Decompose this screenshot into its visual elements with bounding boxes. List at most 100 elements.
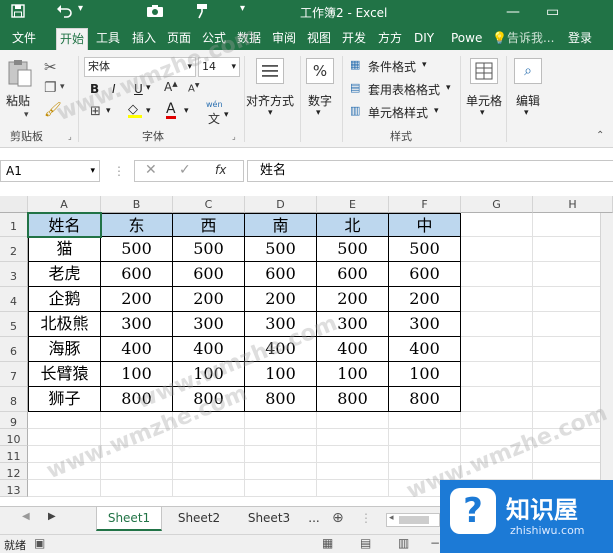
format-painter-icon[interactable]: 🖌 [44,102,62,118]
undo-icon[interactable] [56,3,76,23]
cell-d8[interactable]: 800 [245,387,317,412]
cell-e10[interactable] [317,429,389,446]
scroll-left-icon[interactable]: ◂ [389,513,394,523]
cell-a8[interactable]: 狮子 [28,387,101,412]
cell-c13[interactable] [173,480,245,497]
paste-label[interactable]: 粘贴 [6,92,30,109]
cell-f5[interactable]: 300 [389,312,461,337]
cell-g7[interactable] [461,362,533,387]
cell-d1[interactable]: 南 [245,213,317,237]
normal-view-icon[interactable]: ▦ [322,536,333,550]
cell-d2[interactable]: 500 [245,237,317,262]
cell-b2[interactable]: 500 [101,237,173,262]
tab-diy[interactable]: DIY [414,30,434,50]
cell-c4[interactable]: 200 [173,287,245,312]
column-header-f[interactable]: F [389,196,461,213]
cell-a3[interactable]: 老虎 [28,262,101,287]
cell-c3[interactable]: 600 [173,262,245,287]
underline-dropdown-icon[interactable]: ▾ [146,83,151,93]
cell-c1[interactable]: 西 [173,213,245,237]
column-header-a[interactable]: A [28,196,101,213]
percent-icon[interactable]: % [306,58,334,84]
sheet-tab-sheet1[interactable]: Sheet1 [96,507,162,531]
sheet-tab-sheet2[interactable]: Sheet2 [166,507,232,531]
bold-button[interactable]: B [90,82,99,96]
cell-c10[interactable] [173,429,245,446]
cell-a1[interactable]: 姓名 [28,213,101,237]
increase-font-icon[interactable]: A▲ [164,80,178,94]
tab-file[interactable]: 文件 [12,30,36,50]
column-header-h[interactable]: H [533,196,613,213]
cell-b5[interactable]: 300 [101,312,173,337]
cell-d9[interactable] [245,412,317,429]
cell-f1[interactable]: 中 [389,213,461,237]
column-header-g[interactable]: G [461,196,533,213]
undo-dropdown-icon[interactable]: ▾ [78,3,98,23]
row-header-12[interactable]: 12 [0,463,28,480]
format-as-table-button[interactable]: 套用表格格式 [368,81,440,98]
cell-g5[interactable] [461,312,533,337]
cell-c11[interactable] [173,446,245,463]
cell-e8[interactable]: 800 [317,387,389,412]
tab-home[interactable]: 开始 [56,28,89,50]
cell-e5[interactable]: 300 [317,312,389,337]
magnifier-icon[interactable]: ⌕ [514,58,542,84]
cell-f6[interactable]: 400 [389,337,461,362]
cell-d6[interactable]: 400 [245,337,317,362]
row-header-9[interactable]: 9 [0,412,28,429]
cell-d5[interactable]: 300 [245,312,317,337]
cells-icon[interactable] [470,58,498,84]
tab-formulas[interactable]: 公式 [202,30,226,50]
cell-d4[interactable]: 200 [245,287,317,312]
cell-c2[interactable]: 500 [173,237,245,262]
row-header-3[interactable]: 3 [0,262,28,287]
cell-g8[interactable] [461,387,533,412]
save-icon[interactable] [10,3,30,23]
row-header-6[interactable]: 6 [0,337,28,362]
macro-record-icon[interactable]: ▣ [34,536,45,550]
minimize-button[interactable]: — [506,4,520,20]
row-header-13[interactable]: 13 [0,480,28,497]
cell-f2[interactable]: 500 [389,237,461,262]
cell-e3[interactable]: 600 [317,262,389,287]
cell-c12[interactable] [173,463,245,480]
cell-d10[interactable] [245,429,317,446]
column-header-c[interactable]: C [173,196,245,213]
formula-input[interactable]: 姓名 [247,160,613,182]
paste-dropdown-icon[interactable]: ▾ [24,110,29,120]
format-table-dropdown-icon[interactable]: ▾ [446,83,451,93]
borders-dropdown-icon[interactable]: ▾ [106,106,111,116]
cell-c9[interactable] [173,412,245,429]
font-name-combo[interactable]: 宋体 ▾ [84,57,196,77]
add-sheet-icon[interactable]: ⊕ [332,510,344,526]
phonetic-dropdown-icon[interactable]: ▾ [224,110,229,120]
name-box[interactable]: A1 ▾ [0,160,100,182]
cell-d3[interactable]: 600 [245,262,317,287]
cell-a9[interactable] [28,412,101,429]
tab-view[interactable]: 视图 [307,30,331,50]
camera-icon[interactable] [146,3,166,23]
cell-g3[interactable] [461,262,533,287]
cell-d13[interactable] [245,480,317,497]
zoom-out-icon[interactable]: − [430,536,440,550]
sheet-tab-sheet3[interactable]: Sheet3 [236,507,302,531]
cell-d12[interactable] [245,463,317,480]
collapse-ribbon-icon[interactable]: ⌃ [596,130,604,141]
alignment-label[interactable]: 对齐方式 [246,92,294,109]
alignment-dropdown-icon[interactable]: ▾ [268,108,273,118]
tab-page-layout[interactable]: 页面 [167,30,191,50]
cell-e11[interactable] [317,446,389,463]
row-header-10[interactable]: 10 [0,429,28,446]
cell-e1[interactable]: 北 [317,213,389,237]
cell-f7[interactable]: 100 [389,362,461,387]
tab-power[interactable]: Powe [451,30,482,50]
cell-b8[interactable]: 800 [101,387,173,412]
cell-f8[interactable]: 800 [389,387,461,412]
cell-e12[interactable] [317,463,389,480]
number-dropdown-icon[interactable]: ▾ [316,108,321,118]
font-color-icon[interactable]: A [166,102,176,119]
format-painter-quick-icon[interactable] [194,3,214,23]
cell-c7[interactable]: 100 [173,362,245,387]
font-launcher-icon[interactable]: ⌟ [232,132,236,141]
row-header-11[interactable]: 11 [0,446,28,463]
